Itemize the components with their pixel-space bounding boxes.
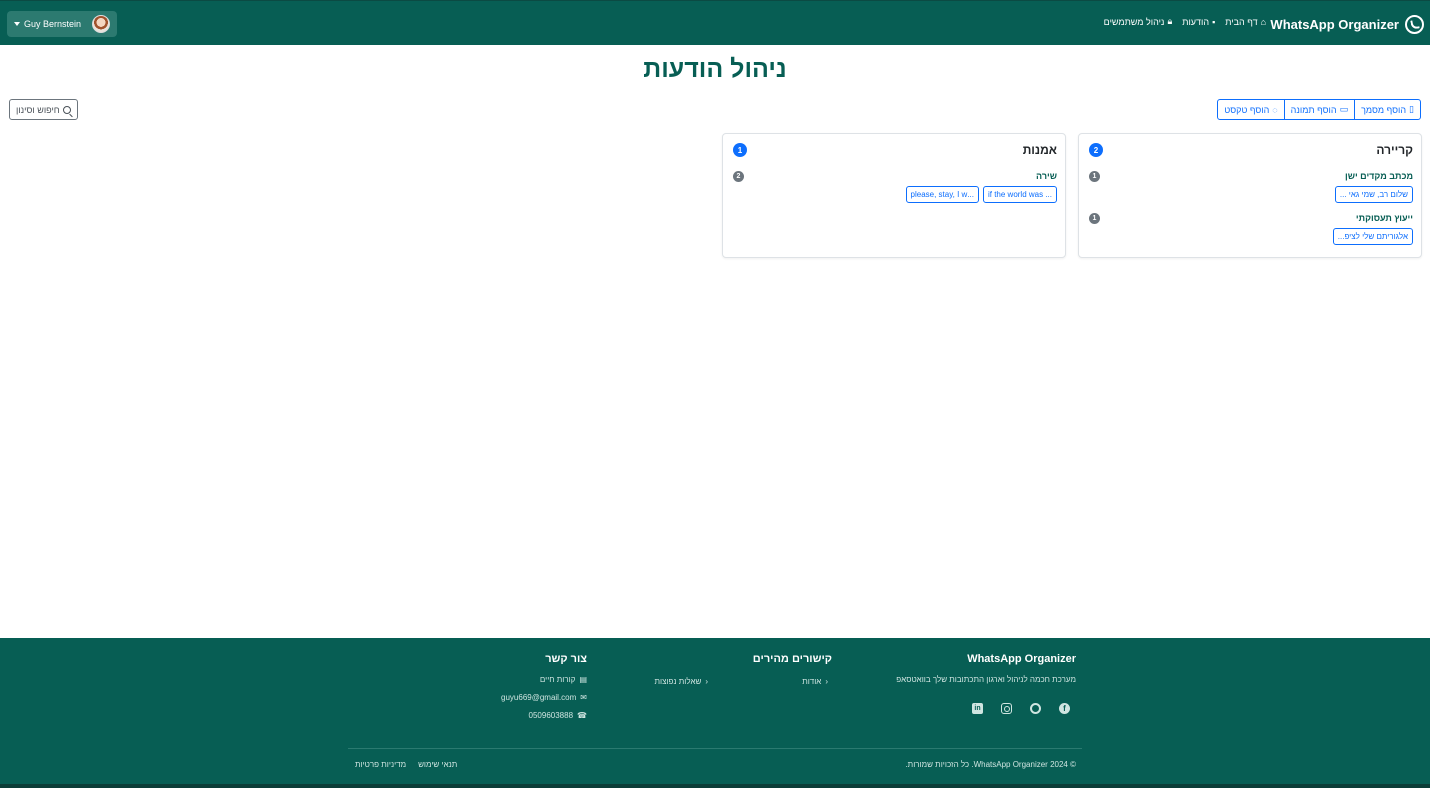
nav-link-user-management[interactable]: 🔒︎ ניהול משתמשים: [1104, 16, 1173, 27]
quick-link-about[interactable]: ‹ אודות: [802, 677, 828, 686]
page-title: ניהול הודעות: [643, 55, 787, 83]
privacy-link[interactable]: מדיניות פרטיות: [355, 760, 406, 769]
contact-resume[interactable]: ▤ קורות חיים: [501, 675, 587, 684]
subcategory-count-badge: 2: [733, 171, 744, 182]
lock-icon: 🔒︎: [1167, 16, 1173, 26]
subcategory-count-badge: 1: [1089, 171, 1100, 182]
subcategory-title[interactable]: שירה: [1036, 171, 1057, 181]
github-icon[interactable]: [1030, 703, 1041, 714]
add-text-label: הוסף טקסט: [1224, 104, 1270, 115]
nav-link-messages-label: הודעות: [1182, 16, 1210, 27]
user-menu-button[interactable]: Guy Bernstein: [7, 11, 117, 37]
top-navbar: WhatsApp Organizer ⌂ דף הבית ▪ הודעות 🔒︎…: [0, 0, 1430, 45]
message-chip[interactable]: שלום רב, שמי גאי ...: [1334, 186, 1413, 203]
footer-tagline: מערכת חכמה לניהול וארגון התכתובות שלך בו…: [896, 675, 1076, 684]
category-title: קריירה: [1376, 143, 1413, 157]
footer-quick-links: קישורים מהירים: [753, 653, 832, 665]
legal-links: תנאי שימוש מדיניות פרטיות: [355, 760, 457, 769]
quick-link-faq[interactable]: ‹ שאלות נפוצות: [655, 677, 708, 686]
message-chip[interactable]: ... if the world was: [982, 186, 1057, 203]
footer-about: WhatsApp Organizer מערכת חכמה לניהול ואר…: [896, 653, 1076, 684]
terms-link[interactable]: תנאי שימוש: [418, 760, 457, 769]
chevron-left-icon: ‹: [705, 677, 708, 686]
brand-name: WhatsApp Organizer: [1270, 16, 1399, 32]
quick-link-about-label: אודות: [802, 677, 822, 686]
chevron-left-icon: ‹: [825, 677, 828, 686]
add-document-label: הוסף מסמך: [1361, 104, 1407, 115]
instagram-icon[interactable]: [1001, 703, 1012, 714]
contact-phone[interactable]: ☎ 0509603888: [501, 711, 587, 720]
message-list: ... if the world was ...please, stay, I …: [905, 186, 1057, 203]
subcategory-count-badge: 1: [1089, 213, 1100, 224]
search-icon: [62, 105, 71, 114]
chevron-down-icon: [14, 22, 20, 26]
message-list: שלום רב, שמי גאי ...: [1334, 186, 1413, 203]
nav-link-user-management-label: ניהול משתמשים: [1103, 16, 1165, 27]
social-links: f in: [972, 703, 1070, 714]
quick-links-title: קישורים מהירים: [752, 653, 832, 665]
text-bubble-icon: ◌: [1272, 104, 1278, 115]
contact-title: צור קשר: [545, 653, 587, 665]
home-icon: ⌂: [1260, 16, 1266, 27]
footer-contact: צור קשר ▤ קורות חיים ✉ guyu669@gmail.com…: [501, 653, 587, 720]
whatsapp-icon: [1405, 14, 1424, 34]
search-filter-label: חיפוש וסינון: [16, 104, 60, 115]
document-icon: ▯: [1409, 104, 1414, 114]
category-card-art: אמנות 1 שירה 2 ... if the world was ...p…: [722, 133, 1066, 258]
brand-link[interactable]: WhatsApp Organizer: [1270, 13, 1424, 35]
add-image-button[interactable]: ▭ הוסף תמונה: [1283, 99, 1356, 120]
contact-email-label: guyu669@gmail.com: [501, 693, 577, 702]
footer-divider: [348, 748, 1082, 749]
phone-icon: ☎: [577, 711, 587, 720]
subcategory-title[interactable]: ייעוץ תעסוקתי: [1356, 213, 1413, 223]
quick-link-faq-label: שאלות נפוצות: [654, 677, 702, 686]
add-document-button[interactable]: ▯ הוסף מסמך: [1354, 99, 1421, 120]
nav-link-messages[interactable]: ▪ הודעות: [1182, 17, 1215, 27]
user-menu-label: Guy Bernstein: [14, 19, 81, 29]
contact-phone-label: 0509603888: [528, 711, 574, 720]
contact-email[interactable]: ✉ guyu669@gmail.com: [501, 693, 587, 702]
chat-bubble-icon: ▪: [1212, 16, 1216, 27]
category-title: אמנות: [1022, 143, 1057, 157]
category-count-badge: 2: [1089, 143, 1103, 157]
nav-link-home[interactable]: ⌂ דף הבית: [1225, 17, 1266, 27]
add-text-button[interactable]: ◌ הוסף טקסט: [1217, 99, 1285, 120]
category-count-badge: 1: [733, 143, 747, 157]
linkedin-icon[interactable]: in: [972, 703, 983, 714]
envelope-icon: ✉: [580, 693, 587, 702]
contact-resume-label: קורות חיים: [539, 675, 576, 684]
add-actions-group: ▯ הוסף מסמך ▭ הוסף תמונה ◌ הוסף טקסט: [1217, 99, 1421, 120]
footer-brand: WhatsApp Organizer: [967, 653, 1076, 665]
subcategory-title[interactable]: מכתב מקדים ישן: [1345, 171, 1413, 181]
add-image-label: הוסף תמונה: [1290, 104, 1337, 115]
message-chip[interactable]: אלגוריתם שלי לציפ...: [1332, 228, 1413, 245]
copyright: © 2024 WhatsApp Organizer. כל הזכויות שמ…: [905, 760, 1076, 769]
search-filter-button[interactable]: חיפוש וסינון: [9, 99, 78, 120]
image-icon: ▭: [1339, 104, 1349, 114]
facebook-icon[interactable]: f: [1059, 703, 1070, 714]
message-chip[interactable]: ...please, stay, I w: [905, 186, 979, 203]
message-list: אלגוריתם שלי לציפ...: [1332, 228, 1413, 245]
footer: [0, 638, 1430, 788]
avatar: [92, 15, 110, 33]
user-name: Guy Bernstein: [24, 19, 82, 29]
nav-link-home-label: דף הבית: [1225, 16, 1258, 27]
category-card-career: קריירה 2 מכתב מקדים ישן 1 שלום רב, שמי ג…: [1078, 133, 1422, 258]
nav-links: ⌂ דף הבית ▪ הודעות 🔒︎ ניהול משתמשים: [1104, 16, 1266, 27]
file-icon: ▤: [579, 675, 587, 684]
